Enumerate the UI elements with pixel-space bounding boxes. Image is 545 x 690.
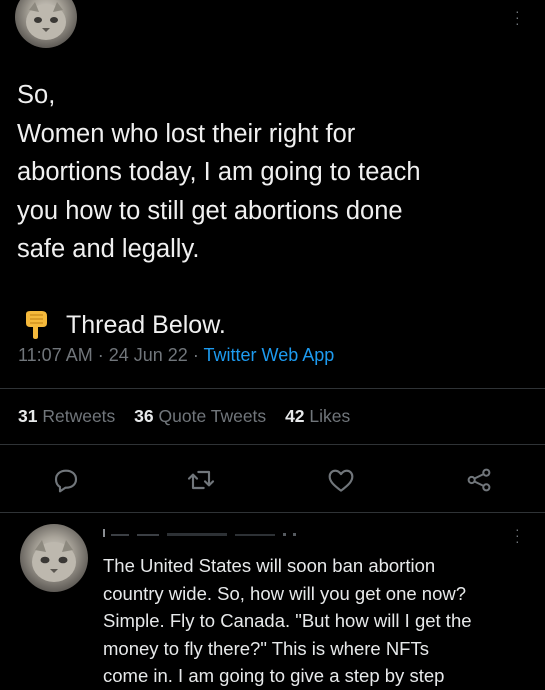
author-avatar[interactable] <box>15 0 77 48</box>
share-button[interactable] <box>463 464 495 496</box>
tweet-time[interactable]: 11:07 AM <box>18 345 93 365</box>
reply-more-options-icon[interactable]: · · · <box>515 522 520 548</box>
tweet-line: safe and legally. <box>17 235 200 263</box>
share-icon <box>467 468 491 492</box>
tweet-line: you how to still get abortions done <box>17 196 403 225</box>
tweet-stats: 31 Retweets 36 Quote Tweets 42 Likes <box>18 406 364 427</box>
tweet-line: Women who lost their right for <box>17 119 356 148</box>
cat-face-icon <box>32 540 76 582</box>
tweet-meta: 11:07 AM · 24 Jun 22 · Twitter Web App <box>18 345 334 366</box>
reply-author-avatar[interactable] <box>20 524 88 592</box>
quotes-label: Quote Tweets <box>158 406 267 426</box>
tweet-text: So, Women who lost their right for abort… <box>17 76 527 269</box>
divider <box>0 388 545 389</box>
reply-line: The United States will soon ban abortion <box>103 555 436 576</box>
tweet-line: So, <box>17 81 56 109</box>
reply-author-name-redacted <box>103 529 296 537</box>
divider <box>0 512 545 513</box>
retweet-button[interactable] <box>185 464 217 496</box>
likes-stat[interactable]: 42 Likes <box>285 406 350 426</box>
tweet-line: abortions today, I am going to teach <box>17 158 421 186</box>
heart-icon <box>328 469 354 492</box>
thread-label: Thread Below. <box>66 310 226 339</box>
quotes-stat[interactable]: 36 Quote Tweets <box>134 406 271 426</box>
tweet-actions <box>0 464 545 500</box>
cat-face-icon <box>26 2 66 40</box>
more-options-icon[interactable]: · · · <box>515 4 520 30</box>
meta-separator: · <box>192 345 199 365</box>
thread-row: Thread Below. <box>22 308 226 342</box>
likes-count: 42 <box>285 406 305 426</box>
retweets-label: Retweets <box>42 406 116 426</box>
reply-line: Simple. Fly to Canada. "But how will I g… <box>103 610 472 631</box>
reply-text: The United States will soon ban abortion… <box>103 552 533 690</box>
likes-label: Likes <box>309 406 351 426</box>
reply-icon <box>54 469 78 493</box>
tweet-source[interactable]: Twitter Web App <box>204 345 335 365</box>
reply-line: come in. I am going to give a step by st… <box>103 665 445 686</box>
divider <box>0 444 545 445</box>
pointing-down-hand-icon <box>26 311 47 339</box>
tweet-date[interactable]: 24 Jun 22 <box>109 345 188 365</box>
retweet-icon <box>187 470 215 490</box>
retweets-stat[interactable]: 31 Retweets <box>18 406 120 426</box>
like-button[interactable] <box>325 464 357 496</box>
meta-separator: · <box>97 345 104 365</box>
quotes-count: 36 <box>134 406 154 426</box>
reply-button[interactable] <box>50 464 82 496</box>
reply-line: country wide. So, how will you get one n… <box>103 582 467 604</box>
reply-line: money to fly there?" This is where NFTs <box>103 637 429 659</box>
retweets-count: 31 <box>18 406 38 426</box>
